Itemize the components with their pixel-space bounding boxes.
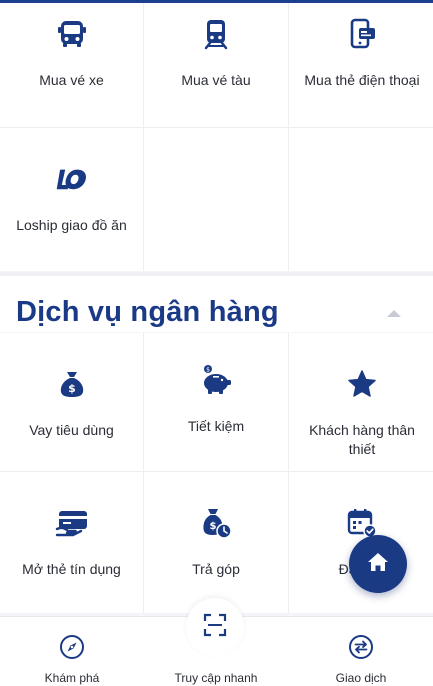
nav-label: Truy cập nhanh bbox=[174, 671, 258, 685]
money-bag-icon: $ bbox=[55, 367, 89, 401]
train-icon bbox=[199, 17, 233, 51]
bank-item-label: Trả góp bbox=[192, 561, 240, 577]
service-label: Mua vé tàu bbox=[181, 72, 251, 88]
empty-cell bbox=[289, 128, 433, 271]
bank-section-header[interactable]: Dịch vụ ngân hàng bbox=[0, 272, 433, 332]
bank-item-label: Tiết kiệm bbox=[187, 418, 245, 434]
service-loship[interactable]: Loship giao đồ ăn bbox=[0, 128, 143, 271]
quick-access-scan-button[interactable] bbox=[186, 598, 244, 656]
svg-text:$: $ bbox=[68, 382, 76, 395]
credit-card-icon bbox=[55, 506, 89, 540]
star-icon bbox=[345, 367, 379, 401]
nav-transactions[interactable]: Giao dịch bbox=[289, 617, 433, 686]
exchange-icon bbox=[347, 633, 375, 661]
empty-cell bbox=[144, 128, 288, 271]
svg-text:$: $ bbox=[206, 367, 210, 374]
scan-icon bbox=[202, 612, 228, 643]
piggy-bank-icon: $ bbox=[199, 363, 233, 397]
bank-item-savings[interactable]: $ Tiết kiệm bbox=[144, 333, 288, 471]
service-bus-ticket[interactable]: Mua vé xe bbox=[0, 3, 143, 127]
bank-item-installment[interactable]: $ Trả góp bbox=[144, 472, 288, 613]
service-label: Loship giao đồ ăn bbox=[16, 217, 127, 233]
service-label: Mua thẻ điện thoại bbox=[304, 72, 420, 88]
bank-item-loyalty[interactable]: Khách hàng thân thiết bbox=[289, 333, 433, 471]
services-grid: Mua vé xe Mua vé tàu Mua thẻ điện thoại … bbox=[0, 3, 433, 271]
section-title: Dịch vụ ngân hàng bbox=[16, 296, 279, 328]
loship-logo-icon bbox=[55, 162, 89, 196]
nav-label: Khám phá bbox=[44, 671, 100, 685]
compass-icon bbox=[58, 633, 86, 661]
svg-text:$: $ bbox=[210, 521, 217, 532]
service-train-ticket[interactable]: Mua vé tàu bbox=[144, 3, 288, 127]
bank-item-label: Khách hàng thân thiết bbox=[309, 422, 415, 457]
phone-card-icon bbox=[345, 17, 379, 51]
bank-item-credit-card[interactable]: Mở thẻ tín dụng bbox=[0, 472, 143, 613]
bank-item-label: Vay tiêu dùng bbox=[29, 422, 114, 438]
bank-item-label: Mở thẻ tín dụng bbox=[22, 561, 121, 577]
installment-icon: $ bbox=[199, 506, 233, 540]
nav-label: Giao dịch bbox=[335, 671, 387, 685]
collapse-arrow-icon[interactable] bbox=[387, 310, 401, 317]
home-fab-button[interactable] bbox=[349, 535, 407, 593]
home-icon bbox=[366, 550, 390, 579]
service-phone-card[interactable]: Mua thẻ điện thoại bbox=[289, 3, 433, 127]
service-label: Mua vé xe bbox=[39, 72, 104, 88]
nav-explore[interactable]: Khám phá bbox=[0, 617, 144, 686]
bus-icon bbox=[55, 17, 89, 51]
bank-item-consumer-loan[interactable]: $ Vay tiêu dùng bbox=[0, 333, 143, 471]
